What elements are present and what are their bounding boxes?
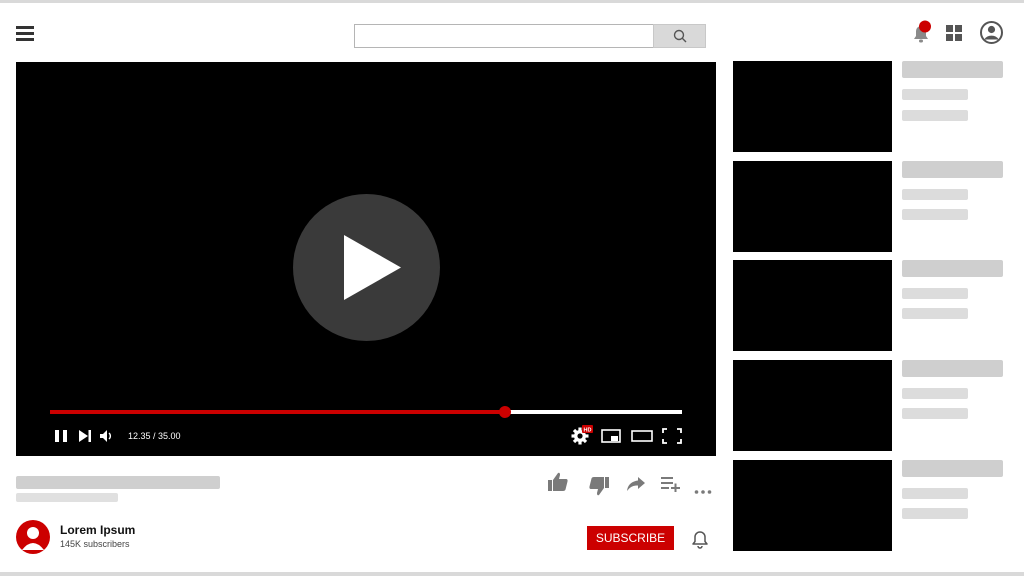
recommendation-meta [902,110,968,121]
theater-mode-icon [631,430,653,442]
fullscreen-button[interactable] [662,428,682,449]
bell-icon [692,531,708,549]
account-icon [22,527,44,550]
recommendation-title [902,161,1003,178]
progress-scrubber[interactable] [499,406,512,418]
recommendation-title [902,460,1003,477]
bell-icon [914,20,931,43]
thumbs-down-icon [589,477,609,496]
notifications-button[interactable] [910,20,936,51]
miniplayer-button[interactable] [601,428,621,449]
recommendation-channel [902,89,968,100]
next-button[interactable] [77,428,93,449]
volume-button[interactable] [99,428,115,449]
miniplayer-icon [601,429,621,443]
recommendation-channel [902,488,968,499]
recommendation-meta [902,508,968,519]
pause-button[interactable] [54,428,68,449]
recommendation-thumbnail[interactable] [733,360,892,451]
video-player[interactable]: 12.35 / 35.00 HD [16,62,716,456]
recommendation-title [902,260,1003,277]
fullscreen-icon [662,428,682,444]
settings-icon: HD [571,425,593,445]
share-icon [627,477,645,491]
dislike-button[interactable] [588,476,610,501]
more-icon [694,490,712,494]
settings-button[interactable]: HD [571,425,593,450]
search-button[interactable] [653,24,706,48]
recommendation-thumbnail[interactable] [733,260,892,351]
progress-played [50,410,506,414]
recommendation-thumbnail[interactable] [733,460,892,551]
recommendation-channel [902,189,968,200]
apps-button[interactable] [946,25,962,46]
share-button[interactable] [626,476,646,497]
account-button[interactable] [980,21,1003,49]
like-button[interactable] [547,472,569,497]
apps-grid-icon [946,25,962,41]
volume-icon [100,430,111,442]
recommendation-title [902,360,1003,377]
recommendation-title [902,61,1003,78]
frame-top-border [0,0,1024,3]
video-views [16,493,118,502]
video-title [16,476,220,489]
progress-bar[interactable] [50,406,682,418]
more-button[interactable] [694,482,712,500]
thumbs-up-icon [548,472,568,491]
recommendation-meta [902,408,968,419]
add-to-playlist-button[interactable] [661,476,681,497]
search-icon [673,29,686,43]
frame-bottom-border [0,572,1024,576]
search-input[interactable] [354,24,653,48]
account-icon [980,21,1003,44]
play-button[interactable] [293,194,440,341]
recommendation-meta [902,209,968,220]
channel-avatar[interactable] [16,520,50,554]
play-icon [344,235,401,300]
recommendation-thumbnail[interactable] [733,61,892,152]
search-bar [354,24,706,48]
hd-badge: HD [584,427,592,433]
subscribe-button[interactable]: SUBSCRIBE [587,526,674,550]
pause-icon [55,430,67,442]
channel-name[interactable]: Lorem Ipsum [60,523,135,537]
recommendation-thumbnail[interactable] [733,161,892,252]
next-icon [79,430,91,442]
subscriber-count: 145K subscribers [60,539,130,549]
add-to-playlist-icon [661,477,680,493]
recommendation-channel [902,388,968,399]
recommendation-meta [902,308,968,319]
time-display: 12.35 / 35.00 [128,431,181,441]
recommendation-channel [902,288,968,299]
hamburger-icon[interactable] [16,26,34,42]
notification-bell-button[interactable] [691,529,709,554]
theater-mode-button[interactable] [631,428,653,449]
